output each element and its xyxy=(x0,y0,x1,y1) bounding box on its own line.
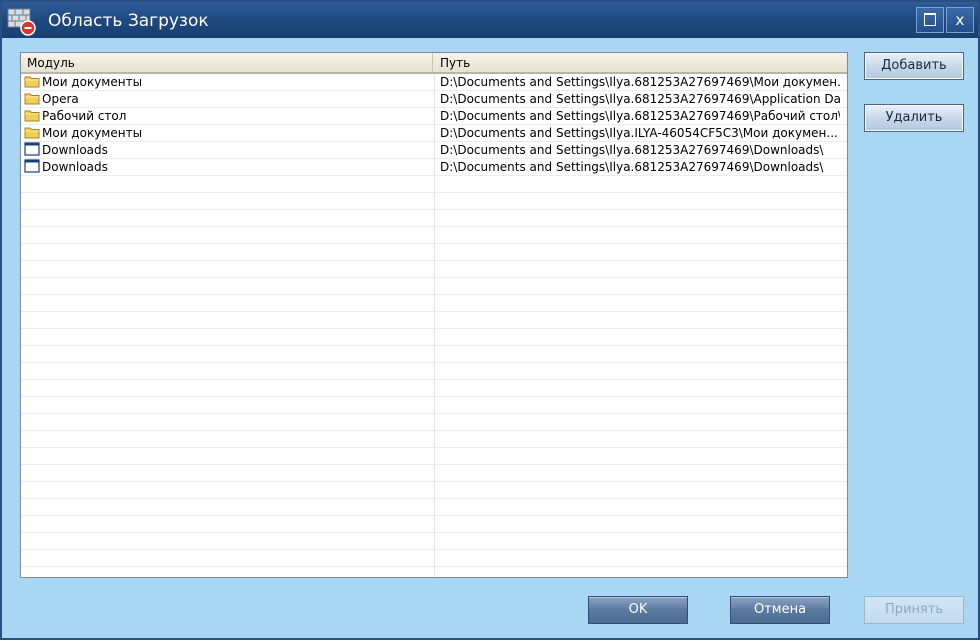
empty-row xyxy=(21,261,847,278)
empty-row xyxy=(21,193,847,210)
path-cell: D:\Documents and Settings\Ilya.681253A27… xyxy=(440,75,840,89)
list-header: Модуль Путь xyxy=(21,53,847,74)
module-cell: Мои документы xyxy=(24,125,142,141)
list-row[interactable]: Opera D:\Documents and Settings\Ilya.6812… xyxy=(21,91,847,108)
empty-row xyxy=(21,567,847,577)
module-cell: Downloads xyxy=(24,159,108,175)
title-bar[interactable]: Область Загрузок x xyxy=(2,2,978,38)
delete-button[interactable]: Удалить xyxy=(864,104,964,132)
module-name: Рабочий стол xyxy=(42,109,127,123)
empty-row xyxy=(21,431,847,448)
empty-row xyxy=(21,482,847,499)
module-cell: Рабочий стол xyxy=(24,108,126,124)
empty-row xyxy=(21,244,847,261)
empty-row xyxy=(21,516,847,533)
empty-row xyxy=(21,278,847,295)
module-name: Мои документы xyxy=(42,75,143,89)
empty-row xyxy=(21,312,847,329)
module-cell: Мои документы xyxy=(24,74,142,90)
path-cell: D:\Documents and Settings\Ilya.681253A27… xyxy=(440,109,840,123)
empty-row xyxy=(21,499,847,516)
module-name: Downloads xyxy=(42,160,108,174)
folder-icon xyxy=(24,74,40,88)
empty-row xyxy=(21,363,847,380)
empty-row xyxy=(21,227,847,244)
list-row[interactable]: Downloads D:\Documents and Settings\Ilya.… xyxy=(21,142,847,159)
empty-row xyxy=(21,176,847,193)
firewall-shield-icon xyxy=(7,8,36,36)
empty-row xyxy=(21,465,847,482)
list-rows: Мои документы D:\Documents and Settings\I… xyxy=(21,74,847,577)
empty-row xyxy=(21,550,847,567)
empty-row xyxy=(21,346,847,363)
module-name: Мои документы xyxy=(42,126,143,140)
column-header-module[interactable]: Модуль xyxy=(21,53,433,72)
folder-icon xyxy=(24,91,40,105)
apply-button[interactable]: Принять xyxy=(864,596,964,624)
cancel-button[interactable]: Отмена xyxy=(730,596,830,624)
path-cell: D:\Documents and Settings\Ilya.681253A27… xyxy=(440,160,824,174)
empty-row xyxy=(21,210,847,227)
window-icon xyxy=(24,142,40,156)
folder-icon xyxy=(24,108,40,122)
column-header-path[interactable]: Путь xyxy=(434,53,847,72)
window-icon xyxy=(24,159,40,173)
empty-row xyxy=(21,380,847,397)
module-name: Downloads xyxy=(42,143,108,157)
close-button[interactable]: x xyxy=(946,7,974,33)
empty-row xyxy=(21,533,847,550)
path-cell: D:\Documents and Settings\Ilya.ILYA-4605… xyxy=(440,126,838,140)
maximize-icon xyxy=(924,13,936,26)
empty-row xyxy=(21,397,847,414)
add-button[interactable]: Добавить xyxy=(864,52,964,80)
list-row[interactable]: Downloads D:\Documents and Settings\Ilya.… xyxy=(21,159,847,176)
downloads-area-window: Область Загрузок x Модуль Путь Мои докум… xyxy=(0,0,980,640)
list-row[interactable]: Рабочий стол D:\Documents and Settings\Il… xyxy=(21,108,847,125)
ok-button[interactable]: OK xyxy=(588,596,688,624)
module-name: Opera xyxy=(42,92,79,106)
module-cell: Opera xyxy=(24,91,79,107)
module-cell: Downloads xyxy=(24,142,108,158)
path-cell: D:\Documents and Settings\Ilya.681253A27… xyxy=(440,143,824,157)
folder-icon xyxy=(24,125,40,139)
window-title: Область Загрузок xyxy=(48,11,209,31)
empty-row xyxy=(21,414,847,431)
empty-row xyxy=(21,448,847,465)
maximize-button[interactable] xyxy=(916,7,944,33)
empty-row xyxy=(21,329,847,346)
list-row[interactable]: Мои документы D:\Documents and Settings\I… xyxy=(21,125,847,142)
path-cell: D:\Documents and Settings\Ilya.681253A27… xyxy=(440,92,840,106)
list-row[interactable]: Мои документы D:\Documents and Settings\I… xyxy=(21,74,847,91)
modules-list[interactable]: Модуль Путь Мои документы D:\Documents an… xyxy=(20,52,848,578)
empty-row xyxy=(21,295,847,312)
